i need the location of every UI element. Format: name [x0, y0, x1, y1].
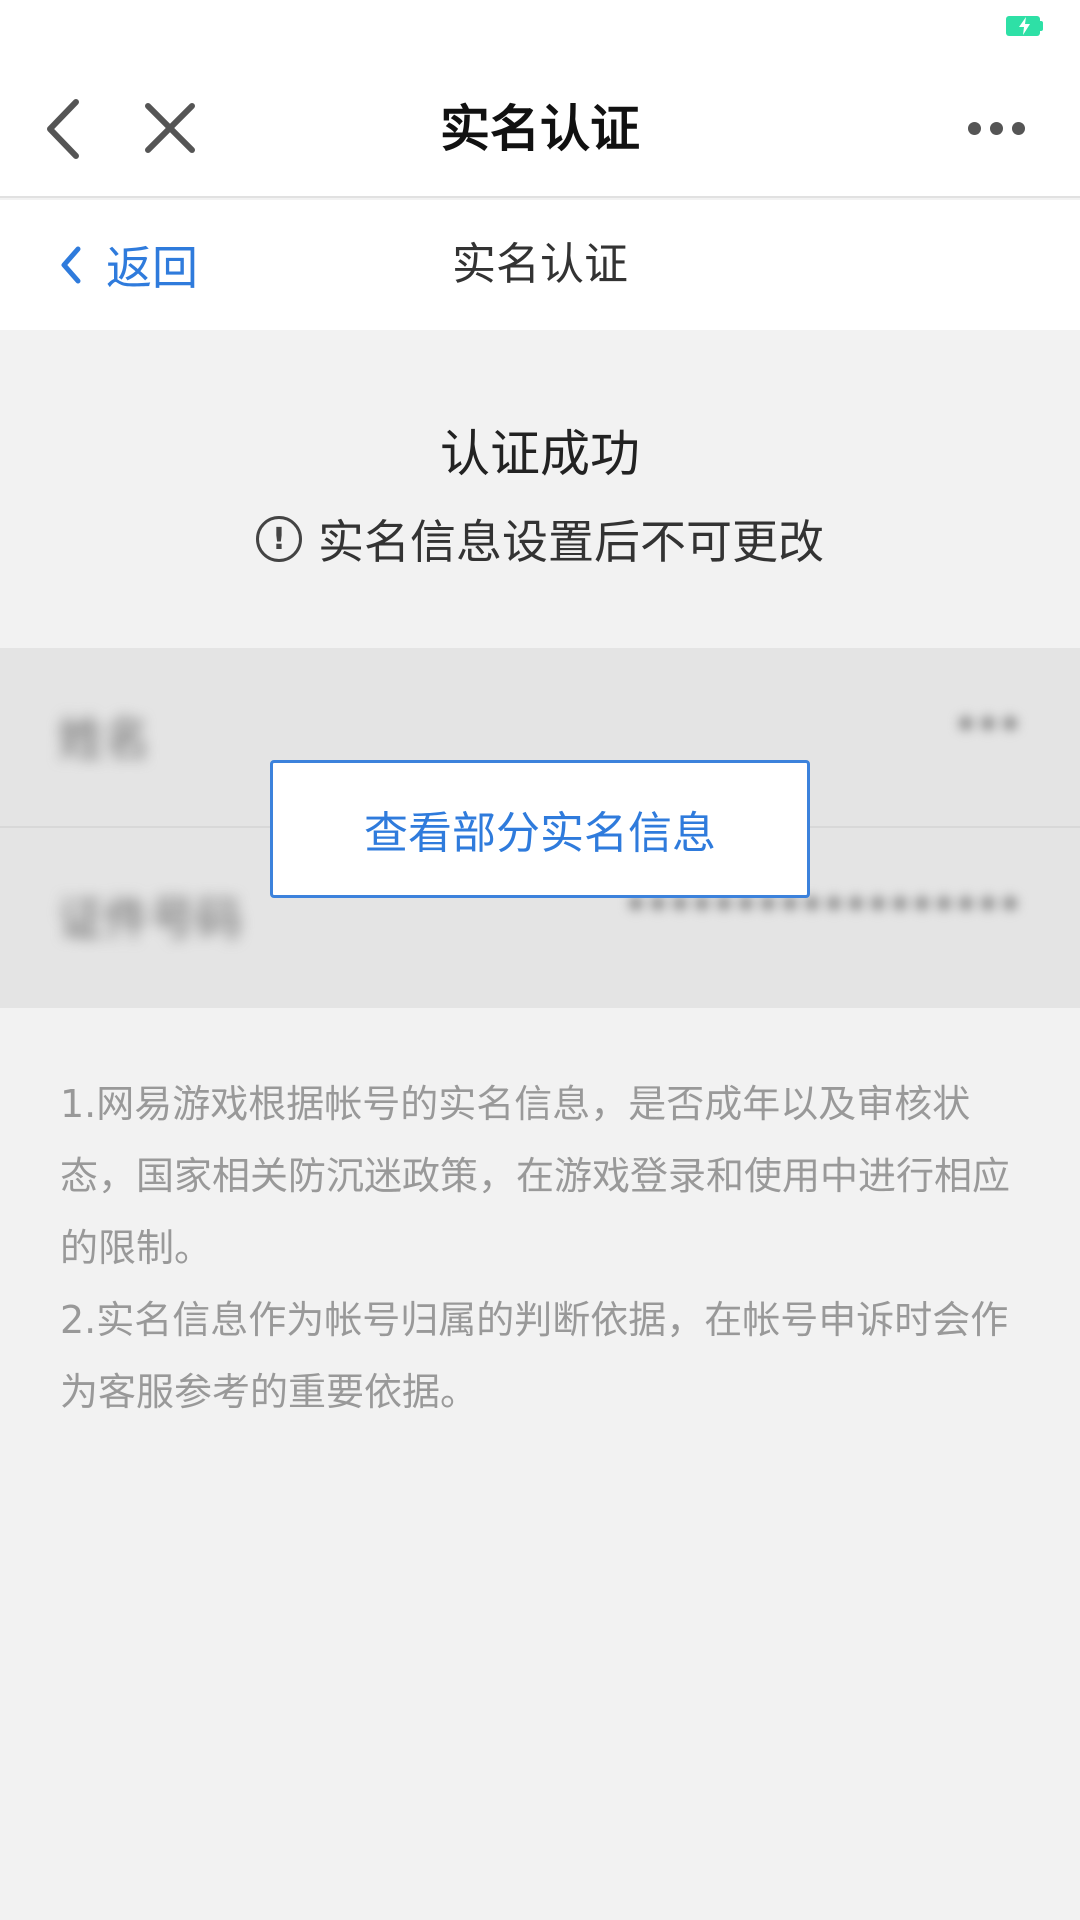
name-label: 姓名: [58, 712, 150, 766]
view-partial-info-button[interactable]: 查看部分实名信息: [270, 760, 810, 898]
subnav-title: 实名认证: [452, 239, 628, 290]
more-dots-icon[interactable]: [960, 108, 1030, 148]
notes: 1.网易游戏根据帐号的实名信息，是否成年以及审核状态，国家相关防沉迷政策，在游戏…: [60, 1068, 1030, 1428]
exclamation-circle-icon: !: [256, 516, 302, 562]
notice-text: 实名信息设置后不可更改: [318, 515, 824, 569]
app-top-bar: 实名认证: [0, 60, 1080, 198]
status-bar: [0, 0, 1080, 60]
page-title: 实名认证: [440, 100, 640, 158]
battery-charging-icon: [1006, 16, 1043, 36]
sub-navigation: 返回 实名认证: [0, 200, 1080, 330]
note-item: 1.网易游戏根据帐号的实名信息，是否成年以及审核状态，国家相关防沉迷政策，在游戏…: [60, 1082, 1011, 1270]
notice: ! 实名信息设置后不可更改: [0, 506, 1080, 572]
note-item: 2.实名信息作为帐号归属的判断依据，在帐号申诉时会作为客服参考的重要依据。: [60, 1298, 1009, 1414]
page: 实名认证 返回 实名认证 认证成功 ! 实名信息设置后不可更改 姓名 *** 证…: [0, 0, 1080, 1920]
success-title: 认证成功: [440, 425, 640, 483]
id-number-label: 证件号码: [58, 892, 242, 946]
name-value: ***: [956, 708, 1022, 754]
